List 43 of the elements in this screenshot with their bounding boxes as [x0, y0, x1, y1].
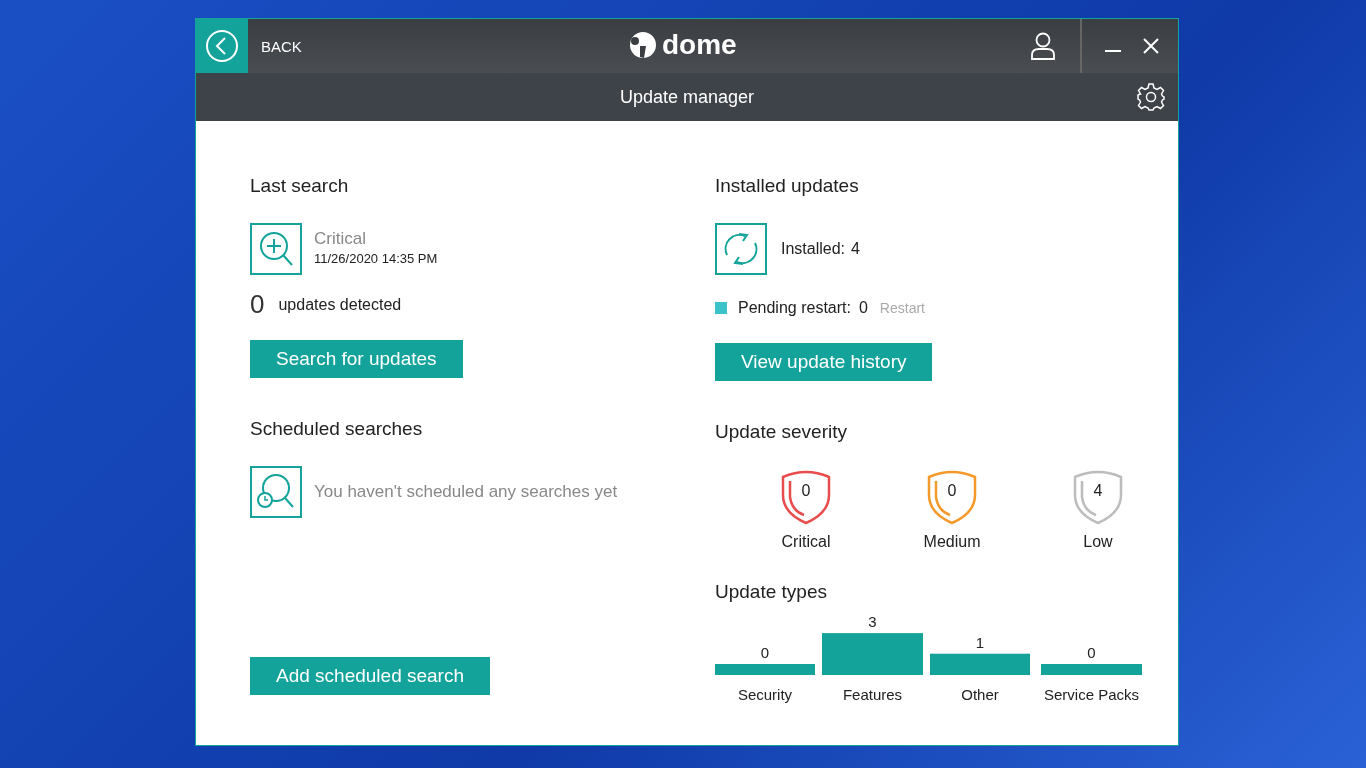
bar-value-label: 0: [1087, 644, 1096, 661]
close-icon[interactable]: [1142, 37, 1160, 55]
section-heading: Installed updates: [715, 175, 859, 197]
pending-square-icon: [715, 302, 727, 314]
severity-count: 0: [800, 482, 812, 500]
severity-label: Low: [1083, 533, 1113, 551]
back-button[interactable]: [196, 19, 248, 73]
search-plus-icon: [250, 223, 302, 275]
page-title: Update manager: [619, 86, 755, 108]
no-schedules-message: You haven't scheduled any searches yet: [314, 482, 618, 502]
search-date: 11/26/2020 14:35 PM: [314, 251, 438, 266]
section-heading: Scheduled searches: [250, 418, 423, 440]
bar-category-label: Security: [737, 686, 793, 703]
bar-value-label: 1: [975, 633, 985, 651]
settings-icon[interactable]: [1136, 82, 1166, 112]
section-heading: Update types: [715, 581, 827, 603]
updates-count: 0: [250, 289, 265, 320]
bar-category-label: Features: [842, 686, 903, 703]
scheduled-search-icon: [250, 466, 302, 518]
back-link[interactable]: BACK: [261, 37, 302, 55]
add-scheduled-search-button[interactable]: Add scheduled search: [250, 657, 490, 695]
bar-value-label: 3: [868, 613, 877, 631]
severity-count: 0: [946, 482, 958, 500]
severity-label: Medium: [923, 533, 981, 551]
updates-detected-label: updates detected: [278, 295, 402, 314]
section-heading: Update severity: [715, 421, 847, 443]
user-icon[interactable]: [1030, 31, 1056, 61]
pending-restart-count: 0: [858, 299, 868, 317]
severity-count: 4: [1092, 482, 1104, 500]
refresh-icon: [715, 223, 767, 275]
search-updates-button[interactable]: Search for updates: [250, 340, 463, 378]
restart-link[interactable]: Restart: [879, 300, 925, 316]
section-heading: Last search: [250, 175, 349, 197]
search-type: Critical: [314, 229, 367, 249]
app-logo-text: dome: [662, 29, 737, 61]
bar-value-label: 0: [760, 644, 770, 661]
installed-label: Installed:: [781, 240, 846, 258]
view-history-button[interactable]: View update history: [715, 343, 933, 381]
bar-category-label: Other: [961, 686, 999, 703]
installed-count: 4: [851, 240, 860, 258]
bar-category-label: Service Packs: [1044, 686, 1139, 703]
pending-restart-label: Pending restart:: [738, 299, 851, 317]
severity-label: Critical: [781, 533, 831, 551]
